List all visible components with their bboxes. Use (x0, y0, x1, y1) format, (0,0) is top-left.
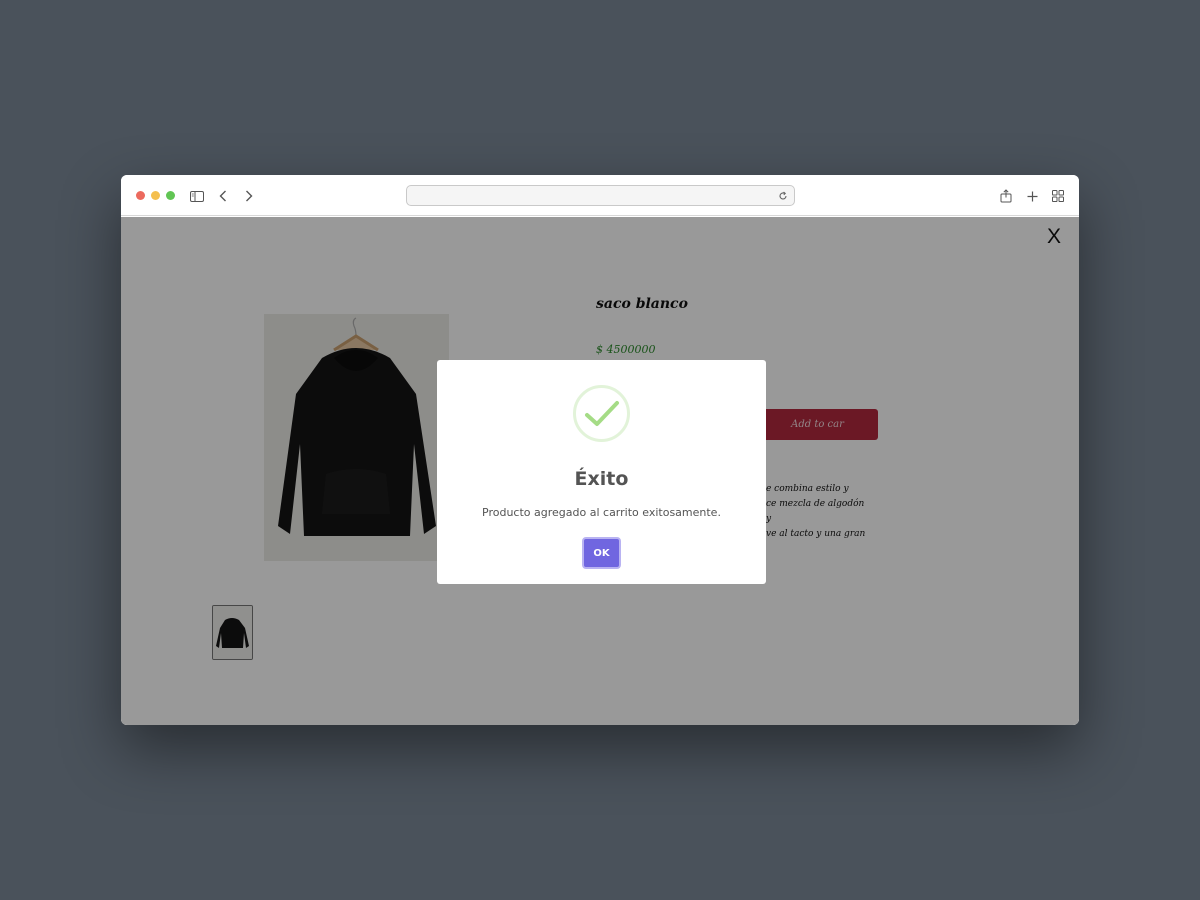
reload-icon[interactable] (775, 188, 790, 203)
check-icon (573, 385, 630, 442)
page-viewport: X saco blanco $ 4500000 Add to car e com… (121, 217, 1079, 725)
browser-window: X saco blanco $ 4500000 Add to car e com… (121, 175, 1079, 725)
ok-button[interactable]: OK (582, 537, 621, 569)
chevron-left-icon[interactable] (213, 186, 233, 206)
dialog-message: Producto agregado al carrito exitosament… (482, 506, 721, 519)
share-icon[interactable] (996, 186, 1016, 206)
minimize-window-button[interactable] (151, 191, 160, 200)
browser-toolbar (121, 175, 1079, 216)
address-bar[interactable] (406, 185, 795, 206)
zoom-window-button[interactable] (166, 191, 175, 200)
dialog-title: Éxito (574, 468, 629, 490)
success-dialog: Éxito Producto agregado al carrito exito… (437, 360, 766, 584)
tab-overview-icon[interactable] (1048, 186, 1068, 206)
chevron-right-icon[interactable] (239, 186, 259, 206)
close-window-button[interactable] (136, 191, 145, 200)
sidebar-toggle-icon[interactable] (187, 186, 207, 206)
plus-icon[interactable] (1022, 186, 1042, 206)
